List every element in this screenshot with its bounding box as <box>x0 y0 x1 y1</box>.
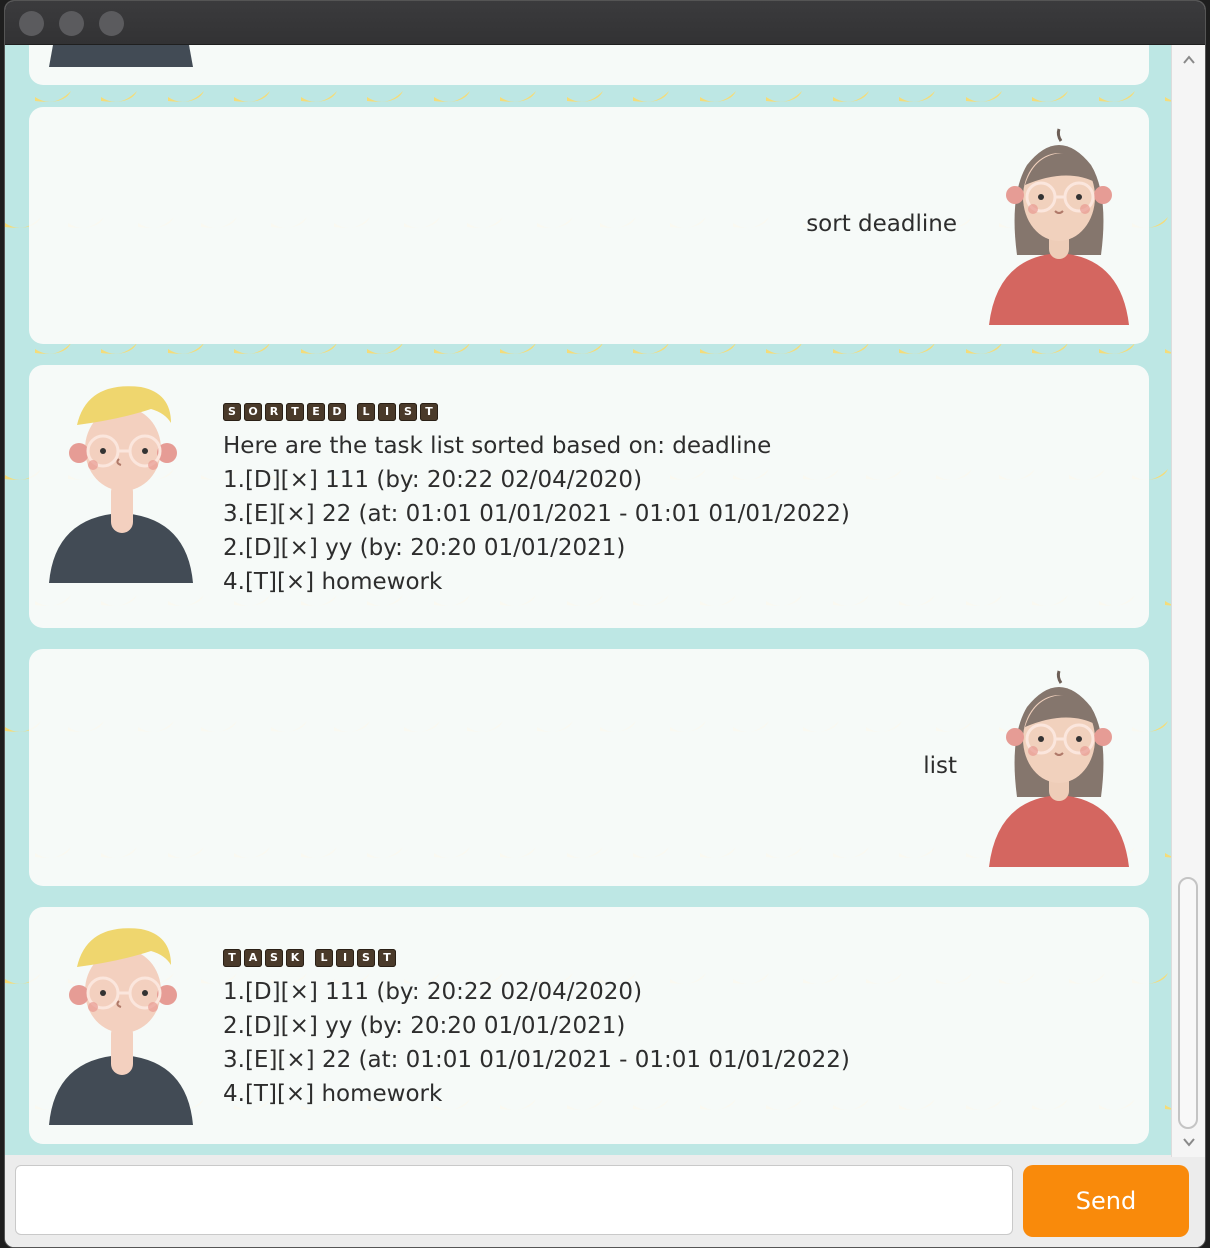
tag-letter: T <box>420 403 438 421</box>
bot-message-bubble: S O R T E D L I S T Here are the task li… <box>29 365 1149 628</box>
message-bubble-partial <box>29 45 1149 85</box>
title-bar <box>5 1 1205 45</box>
girl-avatar <box>989 128 1129 325</box>
tag-letter: A <box>244 949 262 967</box>
task-list-tag: T A S K L I S T <box>223 949 399 967</box>
scrollbar-thumb[interactable] <box>1178 877 1198 1129</box>
bot-message-line: 4.[T][×] homework <box>223 569 443 595</box>
send-button[interactable]: Send <box>1023 1165 1189 1237</box>
bot-message-bubble: T A S K L I S T 1.[D][×] 111 (by: 20:22 … <box>29 907 1149 1144</box>
tag-letter: I <box>336 949 354 967</box>
sorted-list-tag: S O R T E D L I S T <box>223 403 441 421</box>
tag-letter: L <box>357 403 375 421</box>
boy-avatar-partial <box>49 45 193 67</box>
tag-letter: R <box>265 403 283 421</box>
boy-avatar <box>49 928 193 1125</box>
girl-avatar <box>989 670 1129 867</box>
bot-message-line: 1.[D][×] 111 (by: 20:22 02/04/2020) <box>223 467 643 493</box>
user-message-bubble: list <box>29 649 1149 886</box>
user-message-text: sort deadline <box>806 211 957 237</box>
bot-message-line: 2.[D][×] yy (by: 20:20 01/01/2021) <box>223 535 626 561</box>
tag-letter: T <box>223 949 241 967</box>
bot-message-line: 2.[D][×] yy (by: 20:20 01/01/2021) <box>223 1013 626 1039</box>
tag-letter: S <box>265 949 283 967</box>
bot-message-line: 3.[E][×] 22 (at: 01:01 01/01/2021 - 01:0… <box>223 501 850 527</box>
tag-letter: O <box>244 403 262 421</box>
input-bar: Send <box>5 1157 1205 1247</box>
close-window-button[interactable] <box>19 11 44 36</box>
bot-message-line: 1.[D][×] 111 (by: 20:22 02/04/2020) <box>223 979 643 1005</box>
scroll-down-icon[interactable] <box>1182 1135 1196 1149</box>
tag-letter: T <box>378 949 396 967</box>
bot-message-line: 4.[T][×] homework <box>223 1081 443 1107</box>
scroll-up-icon[interactable] <box>1182 53 1196 67</box>
message-input[interactable] <box>15 1165 1013 1235</box>
bot-message-line: 3.[E][×] 22 (at: 01:01 01/01/2021 - 01:0… <box>223 1047 850 1073</box>
zoom-window-button[interactable] <box>99 11 124 36</box>
bot-message-line: Here are the task list sorted based on: … <box>223 433 772 459</box>
user-message-text: list <box>923 753 957 779</box>
tag-letter: S <box>399 403 417 421</box>
tag-letter: E <box>307 403 325 421</box>
app-window: sort deadline S O R T E D L I S T Here a… <box>4 0 1206 1248</box>
minimize-window-button[interactable] <box>59 11 84 36</box>
tag-letter: L <box>315 949 333 967</box>
chat-scroll-pane[interactable]: sort deadline S O R T E D L I S T Here a… <box>5 45 1171 1155</box>
tag-letter: I <box>378 403 396 421</box>
boy-avatar <box>49 386 193 583</box>
tag-letter: K <box>286 949 304 967</box>
tag-letter: S <box>223 403 241 421</box>
tag-letter: T <box>286 403 304 421</box>
user-message-bubble: sort deadline <box>29 107 1149 344</box>
tag-letter: D <box>328 403 346 421</box>
tag-letter: S <box>357 949 375 967</box>
vertical-scrollbar[interactable] <box>1171 45 1205 1157</box>
